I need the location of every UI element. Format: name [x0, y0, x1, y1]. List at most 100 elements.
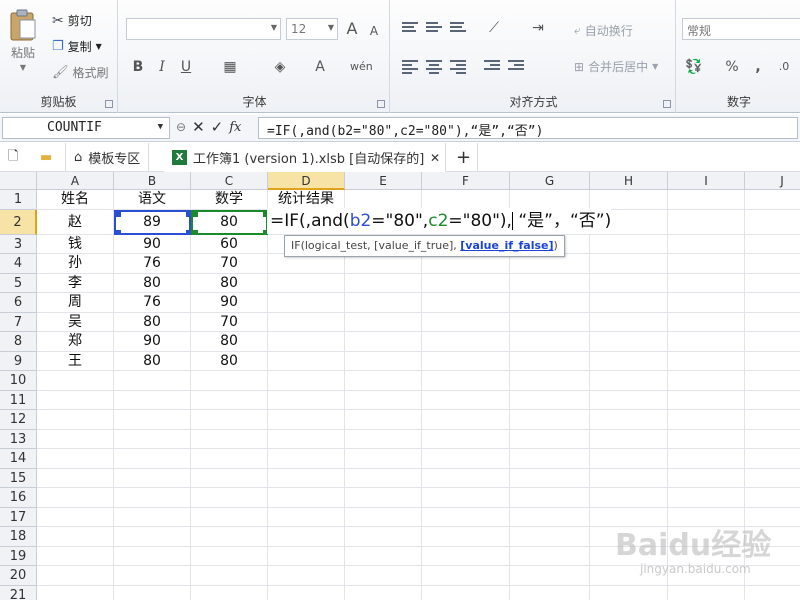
cell-e10[interactable]	[345, 371, 422, 391]
cell-h5[interactable]	[590, 273, 668, 293]
row-header-12[interactable]: 12	[0, 410, 37, 430]
border-icon[interactable]: ▦	[220, 57, 240, 77]
cell-d7[interactable]	[268, 312, 345, 332]
align-bottom-icon[interactable]	[450, 22, 466, 36]
format-painter-button[interactable]: 🖌 格式刷	[52, 64, 109, 81]
cut-button[interactable]: ✂ 剪切	[52, 12, 92, 29]
cell-a21[interactable]	[37, 585, 114, 600]
folder-icon[interactable]: ▬	[32, 143, 66, 172]
wrap-text-button[interactable]: ⤶ 自动换行	[574, 22, 633, 39]
indent-icon[interactable]: ⇥	[528, 18, 548, 38]
row-header-16[interactable]: 16	[0, 488, 37, 508]
cell-a6[interactable]: 周	[37, 293, 114, 313]
merge-center-button[interactable]: ⊞ 合并后居中 ▼	[574, 58, 658, 75]
cell-g8[interactable]	[510, 332, 590, 352]
cell-b14[interactable]	[114, 449, 191, 469]
cell-b9[interactable]: 80	[114, 351, 191, 371]
paste-button[interactable]: 粘贴 ▼	[8, 8, 38, 72]
cell-f16[interactable]	[422, 488, 510, 508]
cell-b3[interactable]: 90	[114, 234, 191, 254]
cell-h10[interactable]	[590, 371, 668, 391]
cell-g13[interactable]	[510, 429, 590, 449]
cell-h21[interactable]	[590, 585, 668, 600]
cell-j11[interactable]	[745, 391, 800, 410]
fill-color-icon[interactable]: ◈	[270, 57, 290, 77]
cell-c3[interactable]: 60	[191, 234, 268, 254]
align-center-icon[interactable]	[426, 60, 442, 74]
cell-b2[interactable]: 89	[114, 209, 191, 235]
cell-h6[interactable]	[590, 293, 668, 313]
bold-button[interactable]: B	[128, 57, 148, 77]
cell-g20[interactable]	[510, 566, 590, 586]
font-color-icon[interactable]: A	[310, 57, 330, 77]
increase-indent-icon[interactable]	[508, 60, 524, 74]
column-header-c[interactable]: C	[191, 172, 268, 190]
row-header-17[interactable]: 17	[0, 507, 37, 527]
cell-i4[interactable]	[668, 254, 745, 274]
cell-b21[interactable]	[114, 585, 191, 600]
column-header-b[interactable]: B	[114, 172, 191, 190]
cell-b6[interactable]: 76	[114, 293, 191, 313]
tab-workbook[interactable]: X 工作簿1 (version 1).xlsb [自动保存的]	[164, 143, 446, 172]
cell-d16[interactable]	[268, 488, 345, 508]
row-header-9[interactable]: 9	[0, 351, 37, 371]
cell-i5[interactable]	[668, 273, 745, 293]
cell-f5[interactable]	[422, 273, 510, 293]
cell-i12[interactable]	[668, 410, 745, 430]
cell-i9[interactable]	[668, 351, 745, 371]
row-header-5[interactable]: 5	[0, 273, 37, 293]
cell-i8[interactable]	[668, 332, 745, 352]
cell-e5[interactable]	[345, 273, 422, 293]
percent-button[interactable]: %	[722, 57, 742, 77]
column-header-i[interactable]: I	[668, 172, 745, 190]
cell-g18[interactable]	[510, 527, 590, 547]
cell-e16[interactable]	[345, 488, 422, 508]
cell-c8[interactable]: 80	[191, 332, 268, 352]
cell-a7[interactable]: 吴	[37, 312, 114, 332]
cell-e11[interactable]	[345, 390, 422, 410]
cell-i2[interactable]	[668, 209, 745, 235]
cell-a11[interactable]	[37, 390, 114, 410]
cell-b19[interactable]	[114, 546, 191, 566]
cell-c4[interactable]: 70	[191, 254, 268, 274]
row-header-13[interactable]: 13	[0, 429, 37, 449]
editing-cell-d2[interactable]: =IF(,and(b2="80",c2="80"), “是”，“否”)	[267, 208, 612, 234]
column-header-f[interactable]: F	[422, 172, 510, 190]
cell-d20[interactable]	[268, 566, 345, 586]
cell-a9[interactable]: 王	[37, 351, 114, 371]
cell-f1[interactable]	[422, 190, 510, 210]
cell-j8[interactable]	[745, 332, 800, 352]
cell-i10[interactable]	[668, 371, 745, 391]
cell-g12[interactable]	[510, 410, 590, 430]
cell-b12[interactable]	[114, 410, 191, 430]
cell-h11[interactable]	[590, 390, 668, 410]
cell-h8[interactable]	[590, 332, 668, 352]
cell-g6[interactable]	[510, 293, 590, 313]
cell-g10[interactable]	[510, 371, 590, 391]
cell-d13[interactable]	[268, 429, 345, 449]
grow-font-icon[interactable]: A	[342, 19, 362, 39]
cell-a3[interactable]: 钱	[37, 234, 114, 254]
cell-g9[interactable]	[510, 351, 590, 371]
cell-f9[interactable]	[422, 351, 510, 371]
comma-button[interactable]: ,	[748, 57, 768, 77]
cell-f18[interactable]	[422, 527, 510, 547]
cell-b16[interactable]	[114, 488, 191, 508]
cell-f21[interactable]	[422, 585, 510, 600]
cell-a18[interactable]	[37, 527, 114, 547]
cell-a17[interactable]	[37, 507, 114, 527]
cell-c17[interactable]	[191, 507, 268, 527]
cell-j14[interactable]	[745, 449, 800, 469]
cell-a10[interactable]	[37, 371, 114, 391]
cell-j20[interactable]	[745, 566, 800, 586]
cell-i13[interactable]	[668, 429, 745, 449]
row-header-10[interactable]: 10	[0, 371, 37, 391]
cell-e9[interactable]	[345, 351, 422, 371]
cell-f13[interactable]	[422, 429, 510, 449]
cell-f6[interactable]	[422, 293, 510, 313]
cell-f17[interactable]	[422, 507, 510, 527]
increase-decimal-icon[interactable]: .0	[774, 57, 794, 77]
cell-d12[interactable]	[268, 410, 345, 430]
row-header-7[interactable]: 7	[0, 312, 37, 332]
cell-d10[interactable]	[268, 371, 345, 391]
